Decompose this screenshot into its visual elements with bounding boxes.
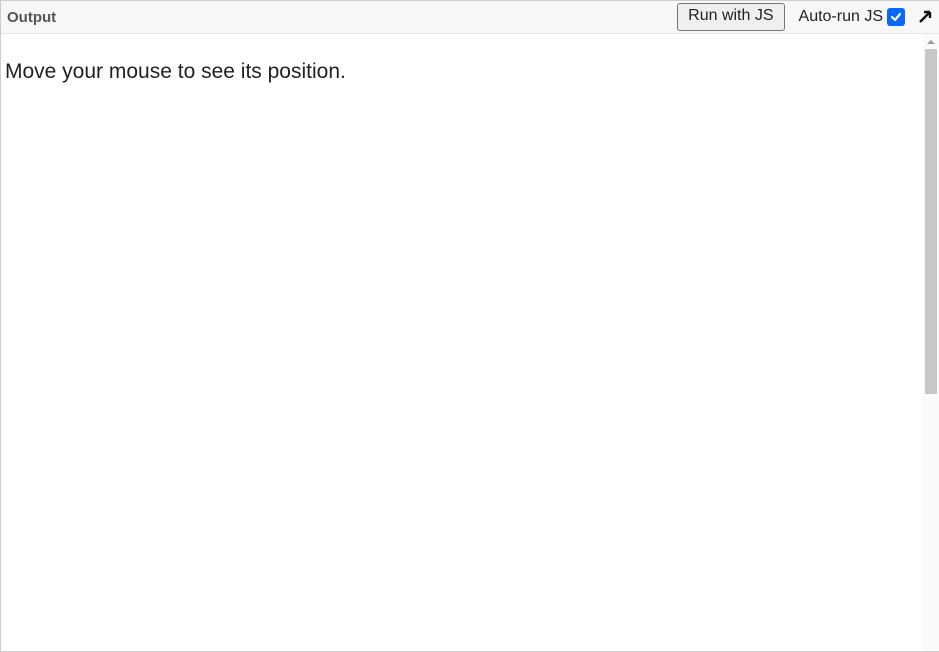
panel-title: Output [7, 9, 56, 26]
status-message: Move your mouse to see its position. [5, 60, 346, 84]
expand-arrow-icon[interactable] [915, 7, 935, 27]
output-panel: Output Run with JS Auto-run JS Move your… [0, 0, 939, 652]
scroll-up-arrow-icon[interactable] [924, 35, 938, 49]
autorun-checkbox[interactable] [887, 8, 905, 26]
autorun-label: Auto-run JS [799, 8, 883, 26]
output-viewport: Move your mouse to see its position. [1, 34, 939, 651]
panel-header: Output Run with JS Auto-run JS [1, 1, 939, 34]
run-with-js-button[interactable]: Run with JS [677, 3, 784, 31]
autorun-toggle[interactable]: Auto-run JS [799, 8, 905, 26]
vertical-scrollbar[interactable] [923, 34, 939, 651]
scroll-thumb[interactable] [925, 49, 937, 394]
